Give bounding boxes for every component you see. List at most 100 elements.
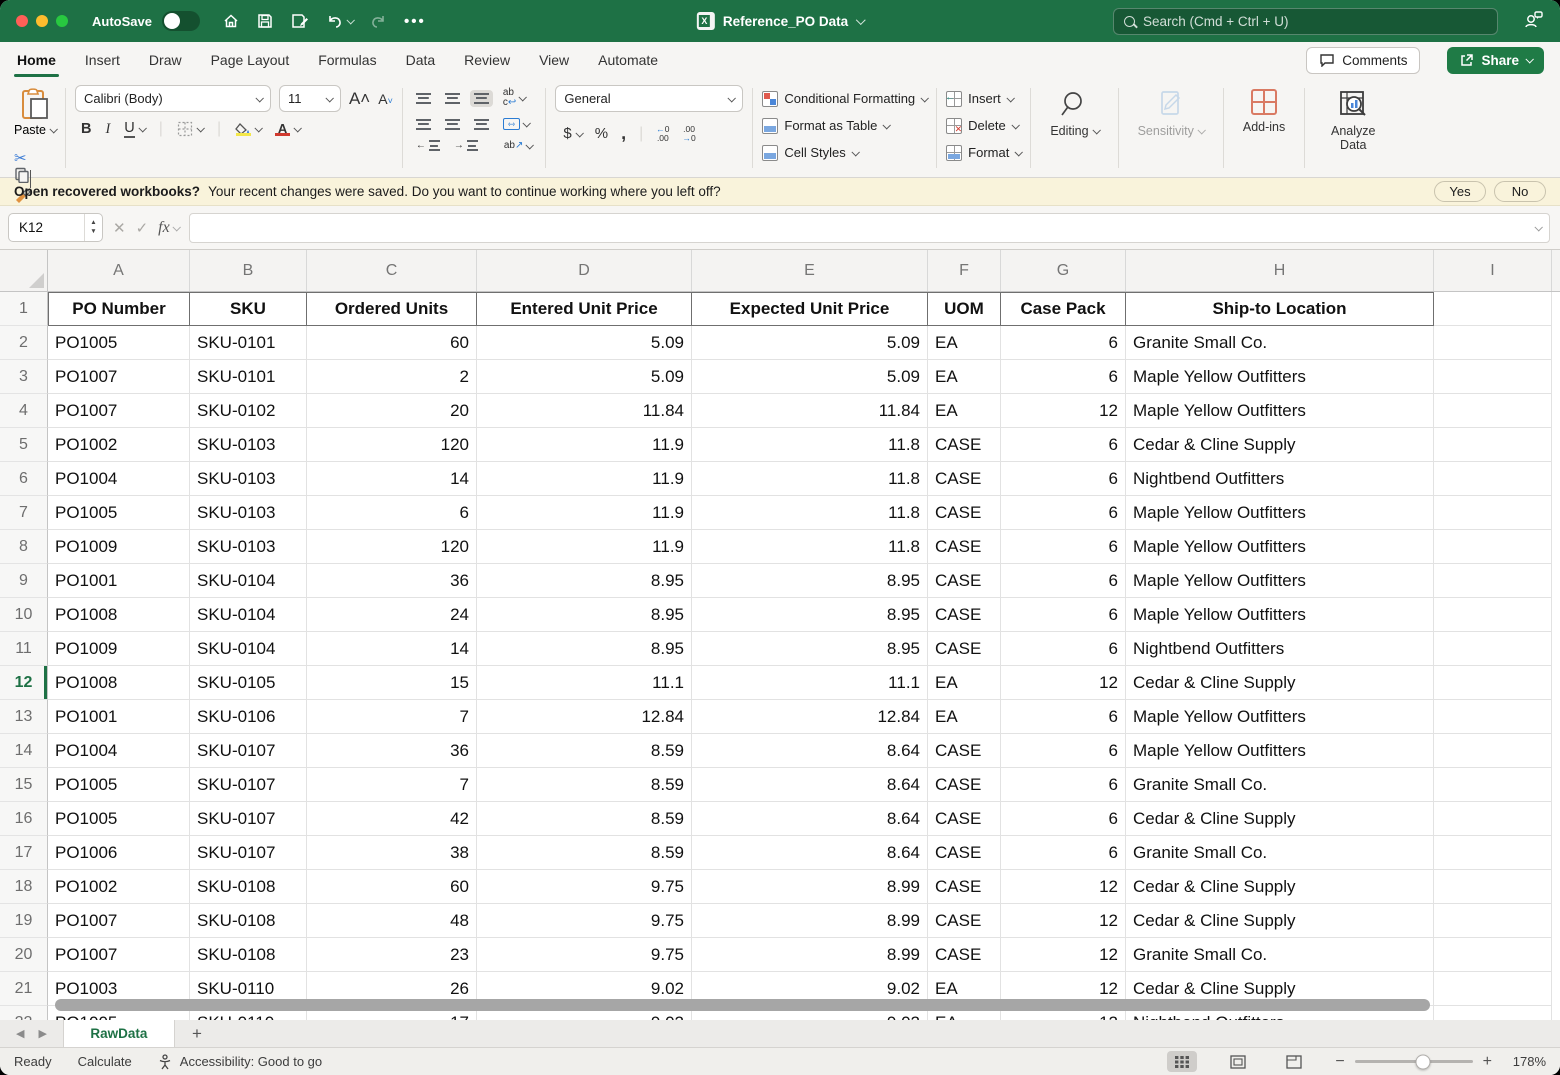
cell-C1[interactable]: Ordered Units [307,292,477,326]
cell-I5[interactable] [1434,428,1552,462]
cell-G16[interactable]: 6 [1001,802,1126,836]
cell-I12[interactable] [1434,666,1552,700]
cell-G2[interactable]: 6 [1001,326,1126,360]
cell-B7[interactable]: SKU-0103 [190,496,307,530]
cell-F16[interactable]: CASE [928,802,1001,836]
row-header-6[interactable]: 6 [0,462,48,496]
cell-H1[interactable]: Ship-to Location [1126,292,1434,326]
cell-B16[interactable]: SKU-0107 [190,802,307,836]
zoom-slider[interactable] [1355,1060,1473,1063]
cell-G4[interactable]: 12 [1001,394,1126,428]
cell-C12[interactable]: 15 [307,666,477,700]
cell-H7[interactable]: Maple Yellow Outfitters [1126,496,1434,530]
row-header-9[interactable]: 9 [0,564,48,598]
horizontal-scrollbar[interactable] [55,999,1430,1011]
cell-F2[interactable]: EA [928,326,1001,360]
cell-C7[interactable]: 6 [307,496,477,530]
align-center-button[interactable] [441,116,464,133]
cell-E11[interactable]: 8.95 [692,632,928,666]
sensitivity-button[interactable]: Sensitivity [1128,85,1214,171]
row-header-18[interactable]: 18 [0,870,48,904]
cell-E2[interactable]: 5.09 [692,326,928,360]
tab-view[interactable]: View [538,50,570,70]
confirm-entry-icon[interactable]: ✓ [136,219,149,237]
cell-I16[interactable] [1434,802,1552,836]
percent-format-button[interactable]: % [595,125,608,142]
cell-B14[interactable]: SKU-0107 [190,734,307,768]
cell-A19[interactable]: PO1007 [48,904,190,938]
cell-E20[interactable]: 8.99 [692,938,928,972]
cell-H3[interactable]: Maple Yellow Outfitters [1126,360,1434,394]
row-header-12[interactable]: 12 [0,666,48,700]
cell-B13[interactable]: SKU-0106 [190,700,307,734]
cell-A16[interactable]: PO1005 [48,802,190,836]
row-header-11[interactable]: 11 [0,632,48,666]
cell-H9[interactable]: Maple Yellow Outfitters [1126,564,1434,598]
cell-G8[interactable]: 6 [1001,530,1126,564]
cell-H18[interactable]: Cedar & Cline Supply [1126,870,1434,904]
cell-I9[interactable] [1434,564,1552,598]
cell-D19[interactable]: 9.75 [477,904,692,938]
calculate-status[interactable]: Calculate [78,1054,132,1069]
cell-G7[interactable]: 6 [1001,496,1126,530]
addins-button[interactable]: Add-ins [1233,85,1295,171]
cell-G6[interactable]: 6 [1001,462,1126,496]
number-format-select[interactable]: General [555,85,743,112]
cell-F18[interactable]: CASE [928,870,1001,904]
cell-B11[interactable]: SKU-0104 [190,632,307,666]
cell-E19[interactable]: 8.99 [692,904,928,938]
cell-H15[interactable]: Granite Small Co. [1126,768,1434,802]
column-header-C[interactable]: C [307,250,477,291]
cell-I6[interactable] [1434,462,1552,496]
cell-F17[interactable]: CASE [928,836,1001,870]
decrease-font-size-button[interactable]: A˅ [378,91,393,107]
row-header-4[interactable]: 4 [0,394,48,428]
cell-E17[interactable]: 8.64 [692,836,928,870]
row-header-21[interactable]: 21 [0,972,48,1006]
cell-I10[interactable] [1434,598,1552,632]
cell-I3[interactable] [1434,360,1552,394]
cell-A3[interactable]: PO1007 [48,360,190,394]
cell-G10[interactable]: 6 [1001,598,1126,632]
cell-B8[interactable]: SKU-0103 [190,530,307,564]
search-input[interactable]: Search (Cmd + Ctrl + U) [1113,8,1498,35]
cell-D14[interactable]: 8.59 [477,734,692,768]
cell-A18[interactable]: PO1002 [48,870,190,904]
home-icon[interactable] [222,12,240,30]
cell-C8[interactable]: 120 [307,530,477,564]
cell-A4[interactable]: PO1007 [48,394,190,428]
row-header-13[interactable]: 13 [0,700,48,734]
font-color-button[interactable]: A [275,122,300,136]
cell-I22[interactable] [1434,1006,1552,1020]
cell-E5[interactable]: 11.8 [692,428,928,462]
decrease-indent-button[interactable]: ← [412,137,444,154]
cell-F7[interactable]: CASE [928,496,1001,530]
cell-D10[interactable]: 8.95 [477,598,692,632]
cell-G19[interactable]: 12 [1001,904,1126,938]
decrease-decimal-button[interactable]: ←0.00 [656,125,669,142]
paste-button[interactable]: Paste [14,85,56,137]
editing-button[interactable]: Editing [1040,85,1108,171]
cell-F15[interactable]: CASE [928,768,1001,802]
conditional-formatting-button[interactable]: Conditional Formatting [762,85,927,112]
fill-color-button[interactable] [235,123,261,136]
cell-H6[interactable]: Nightbend Outfitters [1126,462,1434,496]
column-header-B[interactable]: B [190,250,307,291]
cell-E14[interactable]: 8.64 [692,734,928,768]
recover-no-button[interactable]: No [1494,181,1546,202]
cell-I7[interactable] [1434,496,1552,530]
row-header-2[interactable]: 2 [0,326,48,360]
autosave-toggle[interactable] [162,11,200,31]
cell-G18[interactable]: 12 [1001,870,1126,904]
tab-home[interactable]: Home [16,50,57,70]
cell-E16[interactable]: 8.64 [692,802,928,836]
cell-F12[interactable]: EA [928,666,1001,700]
cell-C10[interactable]: 24 [307,598,477,632]
presence-icon[interactable] [1522,10,1544,35]
cell-H17[interactable]: Granite Small Co. [1126,836,1434,870]
cell-F9[interactable]: CASE [928,564,1001,598]
cell-C18[interactable]: 60 [307,870,477,904]
cell-I15[interactable] [1434,768,1552,802]
italic-button[interactable]: I [105,121,110,138]
cell-G14[interactable]: 6 [1001,734,1126,768]
